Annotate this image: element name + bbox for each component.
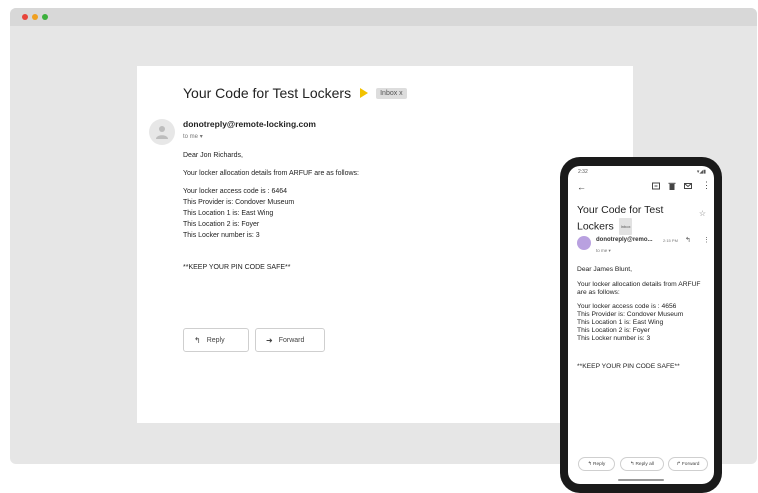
recipient-text: to me	[183, 134, 199, 140]
email-subject-row: Your Code for Test Lockers Inbox x	[183, 85, 407, 101]
phone-body-line: This Location 2 is: Foyer	[577, 327, 650, 335]
email-body-line	[183, 241, 359, 248]
email-body-line: This Provider is: Condover Museum	[183, 199, 295, 206]
email-body-line	[183, 248, 359, 255]
email-body-line: This Location 1 is: East Wing	[183, 210, 274, 217]
window-close-button[interactable]	[22, 14, 28, 20]
phone-forward-button[interactable]: ↱ Forward	[668, 457, 708, 471]
phone-device: 2:32 ▾◢▮ ← ⋮ Your Code for Test Lockers …	[560, 157, 722, 493]
phone-more-icon[interactable]: ⋮	[703, 236, 710, 244]
reply-button[interactable]: ↰ Reply	[183, 328, 249, 352]
mail-icon[interactable]	[684, 182, 692, 190]
phone-body-line: Your locker access code is : 4656	[577, 303, 677, 311]
phone-email-subject: Your Code for Test Lockers Inbox	[577, 203, 687, 235]
email-body-line	[183, 255, 359, 262]
more-options-icon[interactable]: ⋮	[702, 180, 711, 191]
phone-body-line: **KEEP YOUR PIN CODE SAFE**	[577, 363, 680, 371]
status-time: 2:32	[578, 169, 588, 175]
desktop-email-view: Your Code for Test Lockers Inbox x donot…	[137, 66, 633, 423]
window-maximize-button[interactable]	[42, 14, 48, 20]
forward-icon: ➜	[266, 335, 273, 345]
chevron-down-icon: ▾	[199, 134, 203, 140]
email-body-line: Dear Jon Richards,	[183, 152, 243, 159]
window-minimize-button[interactable]	[32, 14, 38, 20]
browser-titlebar	[10, 8, 757, 26]
inbox-label-text: Inbox	[380, 89, 398, 97]
person-icon	[156, 126, 168, 139]
phone-timestamp: 2:15 PM	[663, 238, 678, 243]
phone-reply-button[interactable]: ↰ Reply	[578, 457, 615, 471]
phone-reply-all-button[interactable]: ↰ Reply all	[620, 457, 664, 471]
phone-forward-label: Forward	[681, 461, 700, 467]
back-arrow-icon[interactable]: ←	[577, 182, 586, 192]
email-body-line: **KEEP YOUR PIN CODE SAFE**	[183, 264, 291, 271]
phone-sender-avatar	[577, 236, 591, 250]
email-body: Dear Jon Richards, Your locker allocation…	[183, 150, 359, 273]
phone-body-line	[577, 297, 709, 304]
phone-recipient[interactable]: to me ▾	[596, 248, 611, 254]
forward-button[interactable]: ➜ Forward	[255, 328, 325, 352]
home-indicator[interactable]	[618, 479, 664, 481]
phone-email-body: Dear James Blunt, Your locker allocation …	[577, 266, 709, 371]
email-body-line: This Locker number is: 3	[183, 232, 260, 239]
phone-reply-label: Reply	[593, 461, 606, 467]
email-body-line: Your locker allocation details from ARFU…	[183, 170, 359, 177]
phone-recipient-text: to me	[596, 248, 608, 253]
phone-body-line: This Location 1 is: East Wing	[577, 319, 664, 327]
phone-body-line: This Provider is: Condover Museum	[577, 311, 684, 319]
phone-body-line: Dear James Blunt,	[577, 266, 633, 273]
status-icons: ▾◢▮	[696, 169, 706, 175]
inbox-label-badge[interactable]: Inbox x	[376, 87, 407, 99]
phone-body-line: Your locker allocation details from ARFU…	[577, 280, 701, 296]
email-body-line	[183, 179, 359, 186]
important-marker-icon[interactable]	[360, 88, 369, 98]
reply-icon: ↰	[194, 335, 201, 345]
phone-body-line	[577, 274, 709, 281]
phone-body-line	[577, 357, 709, 364]
phone-reply-all-label: Reply all	[635, 461, 654, 467]
forward-label: Forward	[278, 336, 305, 344]
phone-inbox-badge[interactable]: Inbox	[618, 218, 633, 235]
email-subject: Your Code for Test Lockers	[183, 85, 352, 101]
recipient-dropdown[interactable]: to me ▾	[183, 133, 203, 140]
archive-icon[interactable]	[652, 182, 660, 190]
phone-body-line: This Locker number is: 3	[577, 335, 651, 343]
trash-icon[interactable]	[668, 182, 676, 190]
email-body-line: Your locker access code is : 6464	[183, 188, 288, 195]
sender-address: donotreply@remote-locking.com	[183, 119, 316, 129]
sender-avatar	[149, 119, 175, 145]
phone-reply-icon[interactable]: ↰	[685, 236, 691, 244]
reply-label: Reply	[206, 336, 225, 344]
star-icon[interactable]: ☆	[699, 209, 706, 218]
phone-screen: 2:32 ▾◢▮ ← ⋮ Your Code for Test Lockers …	[568, 166, 714, 484]
phone-body-line	[577, 350, 709, 357]
phone-sender: donotreply@remo...	[596, 237, 653, 243]
email-body-line: This Location 2 is: Foyer	[183, 221, 260, 228]
email-body-line	[183, 161, 359, 168]
phone-body-line	[577, 343, 709, 350]
